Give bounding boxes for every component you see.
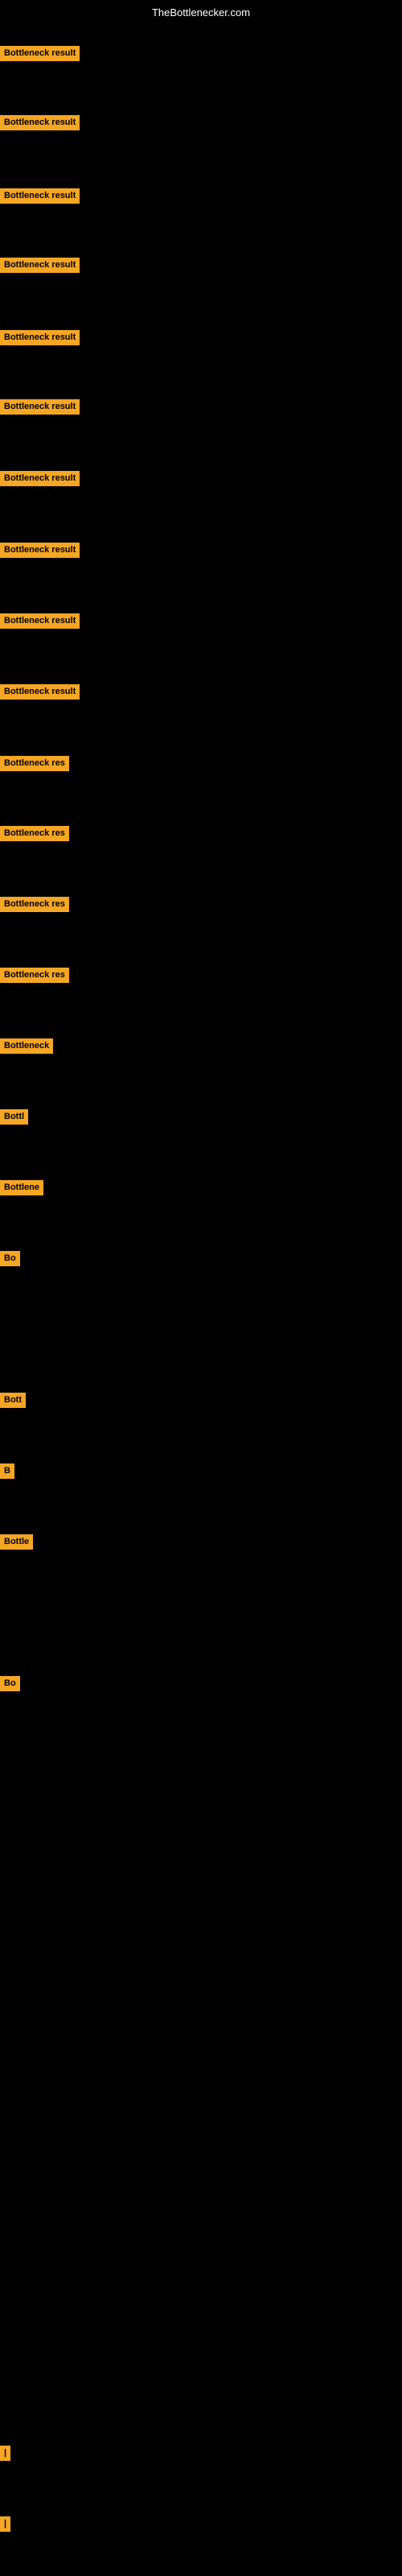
bottleneck-badge: Bo: [0, 1251, 20, 1266]
bottleneck-badge: Bottleneck result: [0, 399, 80, 415]
bottleneck-badge: Bottlene: [0, 1180, 43, 1195]
site-title: TheBottlenecker.com: [0, 6, 402, 19]
bottleneck-badge: Bottleneck result: [0, 471, 80, 486]
bottleneck-badge: Bottleneck result: [0, 330, 80, 345]
bottleneck-badge: Bottleneck result: [0, 684, 80, 700]
bottleneck-badge: Bottleneck result: [0, 543, 80, 558]
bottleneck-badge: Bottleneck: [0, 1038, 53, 1054]
bottleneck-badge: Bottleneck result: [0, 188, 80, 204]
bottleneck-badge: |: [0, 2446, 10, 2461]
bottleneck-badge: Bottleneck res: [0, 826, 69, 841]
bottleneck-badge: Bottleneck res: [0, 897, 69, 912]
bottleneck-badge: Bo: [0, 1676, 20, 1691]
bottleneck-badge: B: [0, 1463, 14, 1479]
bottleneck-badge: Bottleneck result: [0, 258, 80, 273]
bottleneck-badge: Bottleneck res: [0, 968, 69, 983]
bottleneck-badge: Bottleneck result: [0, 613, 80, 629]
bottleneck-badge: |: [0, 2516, 10, 2532]
bottleneck-badge: Bottle: [0, 1534, 33, 1550]
bottleneck-badge: Bott: [0, 1393, 26, 1408]
bottleneck-badge: Bottleneck res: [0, 756, 69, 771]
bottleneck-badge: Bottl: [0, 1109, 28, 1125]
bottleneck-badge: Bottleneck result: [0, 46, 80, 61]
bottleneck-badge: Bottleneck result: [0, 115, 80, 130]
